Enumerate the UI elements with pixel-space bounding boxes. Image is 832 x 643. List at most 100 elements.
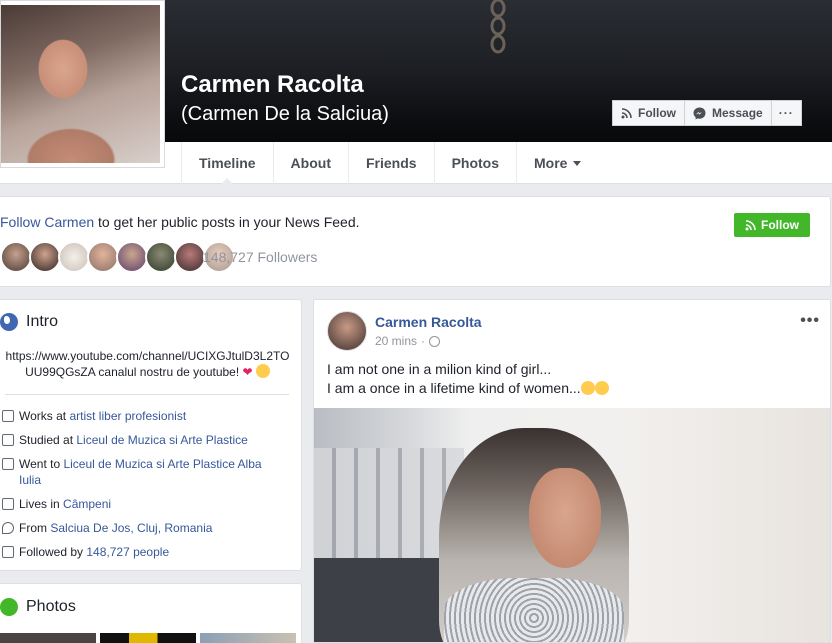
follower-avatar[interactable] bbox=[29, 241, 61, 273]
tab-friends[interactable]: Friends bbox=[347, 142, 434, 184]
intro-item-text: Studied at Liceul de Muzica si Arte Plas… bbox=[19, 432, 274, 448]
kiss-emoji-icon bbox=[594, 381, 609, 395]
followers-icon bbox=[2, 546, 14, 558]
post-options-button[interactable]: ••• bbox=[800, 312, 820, 330]
intro-item-prefix: Lives in bbox=[19, 497, 64, 511]
work-link[interactable]: artist liber profesionist bbox=[69, 409, 186, 423]
tab-photos-label: Photos bbox=[451, 155, 500, 171]
heart-eyes-emoji-icon bbox=[580, 381, 595, 395]
cover-follow-button[interactable]: Follow bbox=[612, 100, 685, 126]
photos-icon bbox=[0, 598, 18, 616]
follow-prompt-card: Follow Carmen to get her public posts in… bbox=[0, 196, 831, 287]
intro-item-prefix: Works at bbox=[19, 409, 70, 423]
heart-icon: ❤ bbox=[242, 365, 253, 379]
profile-picture[interactable] bbox=[0, 0, 165, 168]
follower-avatars bbox=[0, 241, 235, 273]
photos-card: Photos bbox=[0, 583, 302, 643]
lives-in-link[interactable]: Câmpeni bbox=[63, 497, 111, 511]
messenger-icon bbox=[693, 107, 706, 119]
followed-by-link[interactable]: 148,727 people bbox=[86, 545, 169, 559]
post-time-text[interactable]: 20 mins bbox=[375, 334, 417, 348]
follow-button-label: Follow bbox=[761, 218, 799, 232]
post-text-line-2: I am a once in a lifetime kind of women.… bbox=[327, 380, 581, 396]
tab-timeline-label: Timeline bbox=[199, 155, 256, 171]
photo-thumbnail[interactable] bbox=[100, 633, 196, 643]
intro-item-lives-in: Lives in Câmpeni bbox=[0, 496, 300, 512]
intro-item-work: Works at artist liber profesionist bbox=[0, 408, 300, 424]
post-timestamp: 20 mins · bbox=[375, 334, 441, 348]
photos-title[interactable]: Photos bbox=[26, 598, 76, 616]
follow-carmen-link[interactable]: Follow Carmen bbox=[0, 214, 94, 230]
intro-item-went-to: Went to Liceul de Muzica si Arte Plastic… bbox=[0, 456, 300, 488]
follower-avatar[interactable] bbox=[58, 241, 90, 273]
photo-thumbnail[interactable] bbox=[200, 633, 296, 643]
follow-button[interactable]: Follow bbox=[734, 213, 810, 237]
intro-item-text: Works at artist liber profesionist bbox=[19, 408, 274, 424]
follower-avatar[interactable] bbox=[0, 241, 32, 273]
message-button[interactable]: Message bbox=[685, 100, 772, 126]
intro-bio: https://www.youtube.com/channel/UCIXGJtu… bbox=[5, 348, 290, 380]
followers-count[interactable]: 148,727 Followers bbox=[203, 249, 317, 265]
home-icon bbox=[2, 498, 14, 510]
intro-item-prefix: From bbox=[19, 521, 51, 535]
intro-item-prefix: Went to bbox=[19, 457, 64, 471]
profile-tabs: Timeline About Friends Photos More bbox=[181, 142, 598, 185]
photo-thumbnail[interactable] bbox=[0, 633, 96, 643]
intro-card: Intro https://www.youtube.com/channel/UC… bbox=[0, 299, 302, 571]
photo-subject-face bbox=[529, 468, 601, 568]
profile-alternate-name: (Carmen De la Salciua) bbox=[181, 103, 389, 125]
briefcase-icon bbox=[2, 410, 14, 422]
post-photo[interactable] bbox=[314, 408, 830, 642]
tab-timeline[interactable]: Timeline bbox=[181, 142, 273, 185]
tab-photos[interactable]: Photos bbox=[433, 142, 516, 184]
cover-more-button[interactable]: ··· bbox=[771, 100, 802, 126]
tab-about[interactable]: About bbox=[272, 142, 348, 184]
post-text-line-2-wrap: I am a once in a lifetime kind of women.… bbox=[327, 379, 609, 398]
follow-prompt-text: Follow Carmen to get her public posts in… bbox=[0, 214, 360, 230]
photos-header: Photos bbox=[0, 598, 76, 616]
profile-name[interactable]: Carmen Racolta bbox=[181, 71, 364, 99]
profile-picture-image bbox=[1, 5, 160, 163]
tab-more-label: More bbox=[534, 155, 568, 171]
intro-item-prefix: Followed by bbox=[19, 545, 87, 559]
follower-avatar[interactable] bbox=[87, 241, 119, 273]
tab-friends-label: Friends bbox=[365, 155, 417, 171]
intro-header: Intro bbox=[0, 313, 58, 331]
cover-follow-label: Follow bbox=[638, 106, 676, 120]
post-time-separator: · bbox=[421, 334, 426, 348]
intro-item-studied: Studied at Liceul de Muzica si Arte Plas… bbox=[0, 432, 300, 448]
graduation-cap-icon bbox=[2, 434, 14, 446]
follower-avatar[interactable] bbox=[116, 241, 148, 273]
photo-thumbnails bbox=[0, 633, 296, 643]
rss-icon bbox=[621, 107, 632, 118]
intro-item-text: From Salciua De Jos, Cluj, Romania bbox=[19, 520, 274, 536]
graduation-cap-icon bbox=[2, 458, 14, 470]
follower-avatar[interactable] bbox=[174, 241, 206, 273]
cover-actions: Follow Message ··· bbox=[612, 100, 802, 126]
intro-item-followed-by: Followed by 148,727 people bbox=[0, 544, 300, 560]
post-author-avatar[interactable] bbox=[327, 311, 367, 351]
intro-item-text: Went to Liceul de Muzica si Arte Plastic… bbox=[19, 456, 274, 488]
intro-item-prefix: Studied at bbox=[19, 433, 77, 447]
location-pin-icon bbox=[2, 522, 14, 534]
hometown-link[interactable]: Salciua De Jos, Cluj, Romania bbox=[50, 521, 212, 535]
intro-item-text: Lives in Câmpeni bbox=[19, 496, 274, 512]
cover-chain-detail bbox=[490, 0, 506, 54]
globe-icon bbox=[0, 313, 18, 331]
tab-more[interactable]: More bbox=[516, 142, 598, 184]
follow-prompt-suffix: to get her public posts in your News Fee… bbox=[94, 214, 360, 230]
intro-details-list: Works at artist liber profesionist Studi… bbox=[0, 408, 300, 568]
intro-title: Intro bbox=[26, 313, 59, 330]
intro-item-from: From Salciua De Jos, Cluj, Romania bbox=[0, 520, 300, 536]
photo-subject-dress bbox=[444, 578, 624, 642]
studied-link[interactable]: Liceul de Muzica si Arte Plastice bbox=[76, 433, 247, 447]
post-text: I am not one in a milion kind of girl...… bbox=[327, 360, 609, 398]
intro-divider bbox=[5, 394, 289, 395]
timeline-post: Carmen Racolta 20 mins · ••• I am not on… bbox=[313, 299, 831, 643]
rss-icon bbox=[745, 219, 756, 230]
post-author-name[interactable]: Carmen Racolta bbox=[375, 314, 482, 330]
public-globe-icon[interactable] bbox=[429, 335, 441, 347]
message-label: Message bbox=[712, 106, 763, 120]
follower-avatar[interactable] bbox=[145, 241, 177, 273]
post-text-line-1: I am not one in a milion kind of girl... bbox=[327, 361, 552, 377]
